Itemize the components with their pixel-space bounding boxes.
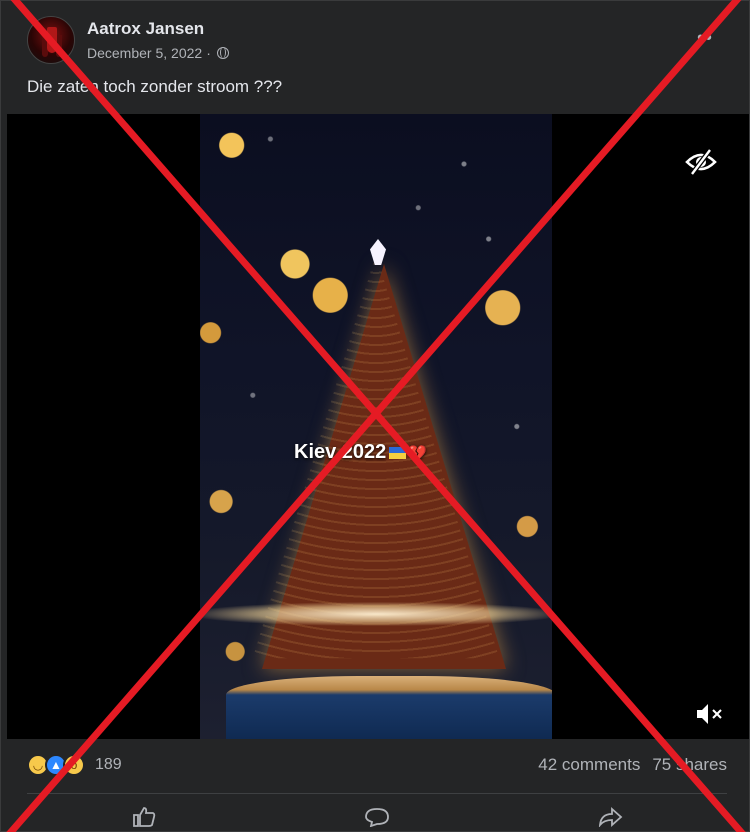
divider <box>27 793 727 794</box>
author-name[interactable]: Aatrox Jansen <box>87 18 229 40</box>
globe-icon <box>216 46 229 59</box>
ukraine-flag-icon <box>389 446 407 459</box>
date-separator: · <box>206 44 211 61</box>
post-header: Aatrox Jansen December 5, 2022 · <box>27 15 229 65</box>
like-button-icon[interactable] <box>130 807 158 827</box>
video-player[interactable]: Kiev 2022 💔 <box>7 114 749 739</box>
reaction-count: 189 <box>95 756 122 773</box>
shares-count[interactable]: 75 shares <box>652 755 727 775</box>
avatar[interactable] <box>27 16 75 64</box>
tree-base <box>226 676 552 739</box>
reactions-summary[interactable]: ◡ ▲ o 189 <box>27 754 122 776</box>
post-date[interactable]: December 5, 2022 <box>87 43 202 63</box>
engagement-counts: 42 comments 75 shares <box>538 755 727 775</box>
more-options-icon[interactable]: •• <box>697 27 713 50</box>
overlay-label: Kiev 2022 <box>294 441 387 463</box>
comment-button-icon[interactable] <box>363 807 391 827</box>
wow-reaction-icon: o <box>63 754 85 776</box>
share-button-icon[interactable] <box>596 807 624 827</box>
eye-slash-icon[interactable] <box>683 144 719 180</box>
engagement-bar: ◡ ▲ o 189 42 comments 75 shares <box>27 749 727 781</box>
comments-count[interactable]: 42 comments <box>538 755 640 775</box>
video-overlay-text: Kiev 2022 💔 <box>294 441 427 464</box>
action-bar <box>27 801 727 832</box>
broken-heart-icon: 💔 <box>408 445 427 462</box>
post-meta: Aatrox Jansen December 5, 2022 · <box>87 18 229 63</box>
post-card: Aatrox Jansen December 5, 2022 · •• Die … <box>0 0 750 832</box>
light-ring <box>200 602 552 626</box>
video-frame: Kiev 2022 💔 <box>200 114 552 739</box>
post-caption: Die zaten toch zonder stroom ??? <box>27 77 283 96</box>
speaker-muted-icon[interactable] <box>695 701 725 727</box>
tree-star <box>370 239 386 265</box>
date-row: December 5, 2022 · <box>87 43 229 63</box>
